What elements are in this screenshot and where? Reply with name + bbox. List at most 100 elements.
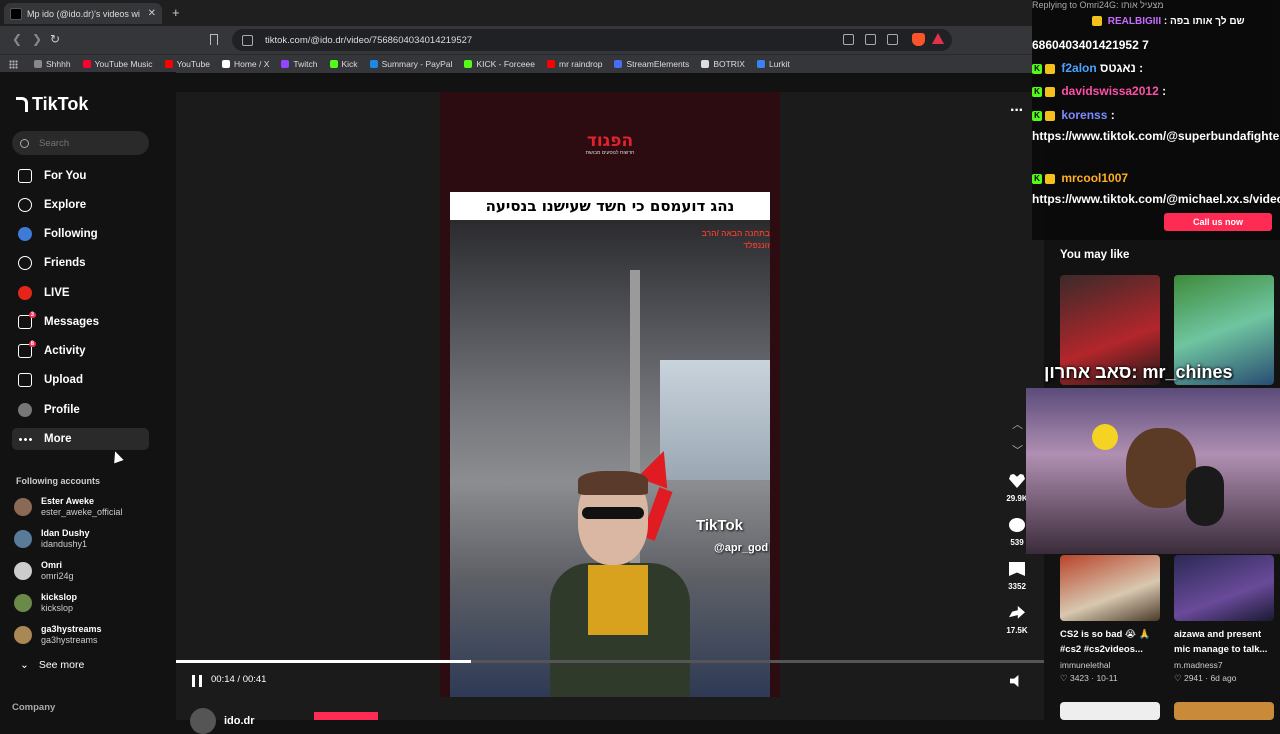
tiktok-logo[interactable]: TikTok xyxy=(16,94,88,115)
sidebar-item-more[interactable]: More xyxy=(12,428,149,450)
see-more-button[interactable]: ⌄ See more xyxy=(20,659,84,671)
bookmark-item[interactable]: mr raindrop xyxy=(547,59,602,69)
active-tab[interactable]: Mp ido (@ido.dr)'s videos wi ✕ xyxy=(4,3,162,24)
avatar[interactable] xyxy=(14,530,32,548)
close-tab-icon[interactable]: ✕ xyxy=(148,8,156,19)
bookmark-item[interactable]: KICK - Forceee xyxy=(464,59,535,69)
bookmark-label: Summary - PayPal xyxy=(381,59,453,69)
news-logo-text: הפגוד xyxy=(586,131,634,151)
sidebar-item-activity[interactable]: 8 Activity xyxy=(12,340,149,362)
save-button[interactable]: 3352 xyxy=(1002,562,1032,591)
video-time: 00:14 / 00:41 xyxy=(211,674,267,685)
recommended-user-1[interactable]: immunelethal xyxy=(1060,660,1111,670)
bookmark-item[interactable]: Twitch xyxy=(281,59,318,69)
chat-link-message[interactable]: https://www.tiktok.com/@michael.xx.s/vid… xyxy=(1032,191,1280,208)
bookmark-item[interactable]: YouTube Music xyxy=(82,59,153,69)
author-name[interactable]: ido.dr xyxy=(224,715,255,727)
avatar[interactable] xyxy=(14,562,32,580)
bookmark-item[interactable]: Home / X xyxy=(221,59,269,69)
recommended-video-thumb-3[interactable] xyxy=(1060,555,1160,621)
sidebar-item-friends[interactable]: Friends xyxy=(12,252,149,274)
sidebar-item-live[interactable]: LIVE xyxy=(12,282,149,304)
video-caption-banner: נהג דועמסם כי חשד שעישנו בנסיעה xyxy=(450,192,770,220)
chat-username: mrcool1007 xyxy=(1061,171,1129,185)
follow-button[interactable] xyxy=(314,712,378,720)
crown-badge-icon xyxy=(1045,63,1055,74)
apps-grid-icon[interactable] xyxy=(9,59,18,69)
video-player[interactable]: הפגוד חדשות לנוסעים מבושת נהג דועמסם כי … xyxy=(176,92,1044,734)
brave-rewards-icon[interactable] xyxy=(932,33,944,44)
reload-icon[interactable]: ↻ xyxy=(50,32,60,46)
live-icon xyxy=(18,286,32,300)
recommended-video-thumb-6[interactable] xyxy=(1174,702,1274,720)
recommended-caption-1[interactable]: CS2 is so bad 😭 🙏 #cs2 #cs2videos... xyxy=(1060,627,1166,657)
volume-icon[interactable] xyxy=(1010,675,1019,687)
bookmark-item[interactable]: StreamElements xyxy=(614,59,689,69)
bookmark-favicon-icon xyxy=(82,60,91,68)
sidebar-item-following[interactable]: Following xyxy=(12,223,149,245)
avatar[interactable] xyxy=(14,498,32,516)
account-handle: ga3hystreams xyxy=(41,635,98,645)
sidebar-item-label: Explore xyxy=(44,199,87,211)
more-options-icon[interactable]: ··· xyxy=(1010,102,1024,120)
bookmark-favicon-icon xyxy=(464,60,473,68)
recommended-caption-2[interactable]: aizawa and present mic manage to talk... xyxy=(1174,627,1280,657)
bookmark-item[interactable]: Kick xyxy=(329,59,358,69)
bookmark-item[interactable]: Lurkit xyxy=(756,59,790,69)
share-count: 17.5K xyxy=(1006,626,1028,635)
sidebar-item-label: More xyxy=(44,433,72,445)
friends-icon xyxy=(18,256,32,270)
bookmark-favicon-icon xyxy=(34,60,42,68)
company-link[interactable]: Company xyxy=(12,702,55,713)
share-button[interactable]: 17.5K xyxy=(1002,606,1032,635)
brave-shields-icon[interactable] xyxy=(912,33,925,46)
following-account[interactable]: kickslop kickslop xyxy=(14,592,77,614)
avatar[interactable] xyxy=(14,626,32,644)
following-account[interactable]: Omri omri24g xyxy=(14,560,74,582)
share-page-icon[interactable] xyxy=(887,34,898,45)
kick-badge-icon: K xyxy=(1032,110,1042,121)
bookmark-item[interactable]: YouTube xyxy=(164,59,210,69)
search-box[interactable] xyxy=(12,131,149,155)
new-tab-button[interactable]: + xyxy=(172,5,180,20)
bookmark-label: BOTRIX xyxy=(713,59,745,69)
site-info-icon[interactable] xyxy=(242,34,253,46)
video-frame[interactable]: הפגוד חדשות לנוסעים מבושת נהג דועמסם כי … xyxy=(440,92,780,697)
bookmark-page-icon[interactable] xyxy=(210,34,218,45)
sponsored-cta-button[interactable]: Call us now xyxy=(1164,213,1272,231)
author-info[interactable]: ido.dr xyxy=(190,708,255,734)
cast-icon[interactable] xyxy=(865,34,876,45)
recommended-video-thumb-5[interactable] xyxy=(1060,702,1160,720)
search-input[interactable] xyxy=(37,136,141,150)
following-account[interactable]: Idan Dushy idandushy1 xyxy=(14,528,90,550)
chat-username: f2alon xyxy=(1061,61,1097,75)
bookmark-item[interactable]: Shhhh xyxy=(34,59,71,69)
recommended-stats-2: ♡ 2941 · 6d ago xyxy=(1174,673,1237,683)
bookmark-item[interactable]: Summary - PayPal xyxy=(369,59,453,69)
previous-video-icon[interactable]: ︿ xyxy=(1012,416,1023,432)
sidebar-item-messages[interactable]: 3 Messages xyxy=(12,311,149,333)
bus-interior-scene: בתחנה הבאה /הרב זוננפלד xyxy=(450,220,770,697)
sidebar-item-profile[interactable]: Profile xyxy=(12,399,149,421)
account-handle: kickslop xyxy=(41,603,74,613)
bookmark-item[interactable]: BOTRIX xyxy=(701,59,745,69)
following-account[interactable]: Ester Aweke ester_aweke_official xyxy=(14,496,122,518)
sidebar-item-for-you[interactable]: For You xyxy=(12,165,149,187)
sidebar-item-explore[interactable]: Explore xyxy=(12,194,149,216)
account-handle: idandushy1 xyxy=(41,539,88,549)
following-account[interactable]: ga3hystreams ga3hystreams xyxy=(14,624,102,646)
url-text[interactable]: tiktok.com/@ido.dr/video/756860403401421… xyxy=(265,35,472,46)
chat-link-message[interactable]: https://www.tiktok.com/@superbundafighte… xyxy=(1032,128,1280,145)
sidebar-item-upload[interactable]: Upload xyxy=(12,369,149,391)
next-video-icon[interactable]: ﹀ xyxy=(1012,442,1023,458)
recommended-user-2[interactable]: m.madness7 xyxy=(1174,660,1223,670)
comment-icon xyxy=(1009,518,1025,532)
mute-tab-icon[interactable] xyxy=(843,34,854,45)
avatar[interactable] xyxy=(14,594,32,612)
video-progress-bar[interactable] xyxy=(176,660,1044,663)
author-avatar[interactable] xyxy=(190,708,216,734)
back-icon[interactable]: ❮ xyxy=(12,32,22,46)
pause-icon[interactable] xyxy=(192,675,202,687)
recommended-video-thumb-4[interactable] xyxy=(1174,555,1274,621)
forward-icon[interactable]: ❯ xyxy=(32,32,42,46)
